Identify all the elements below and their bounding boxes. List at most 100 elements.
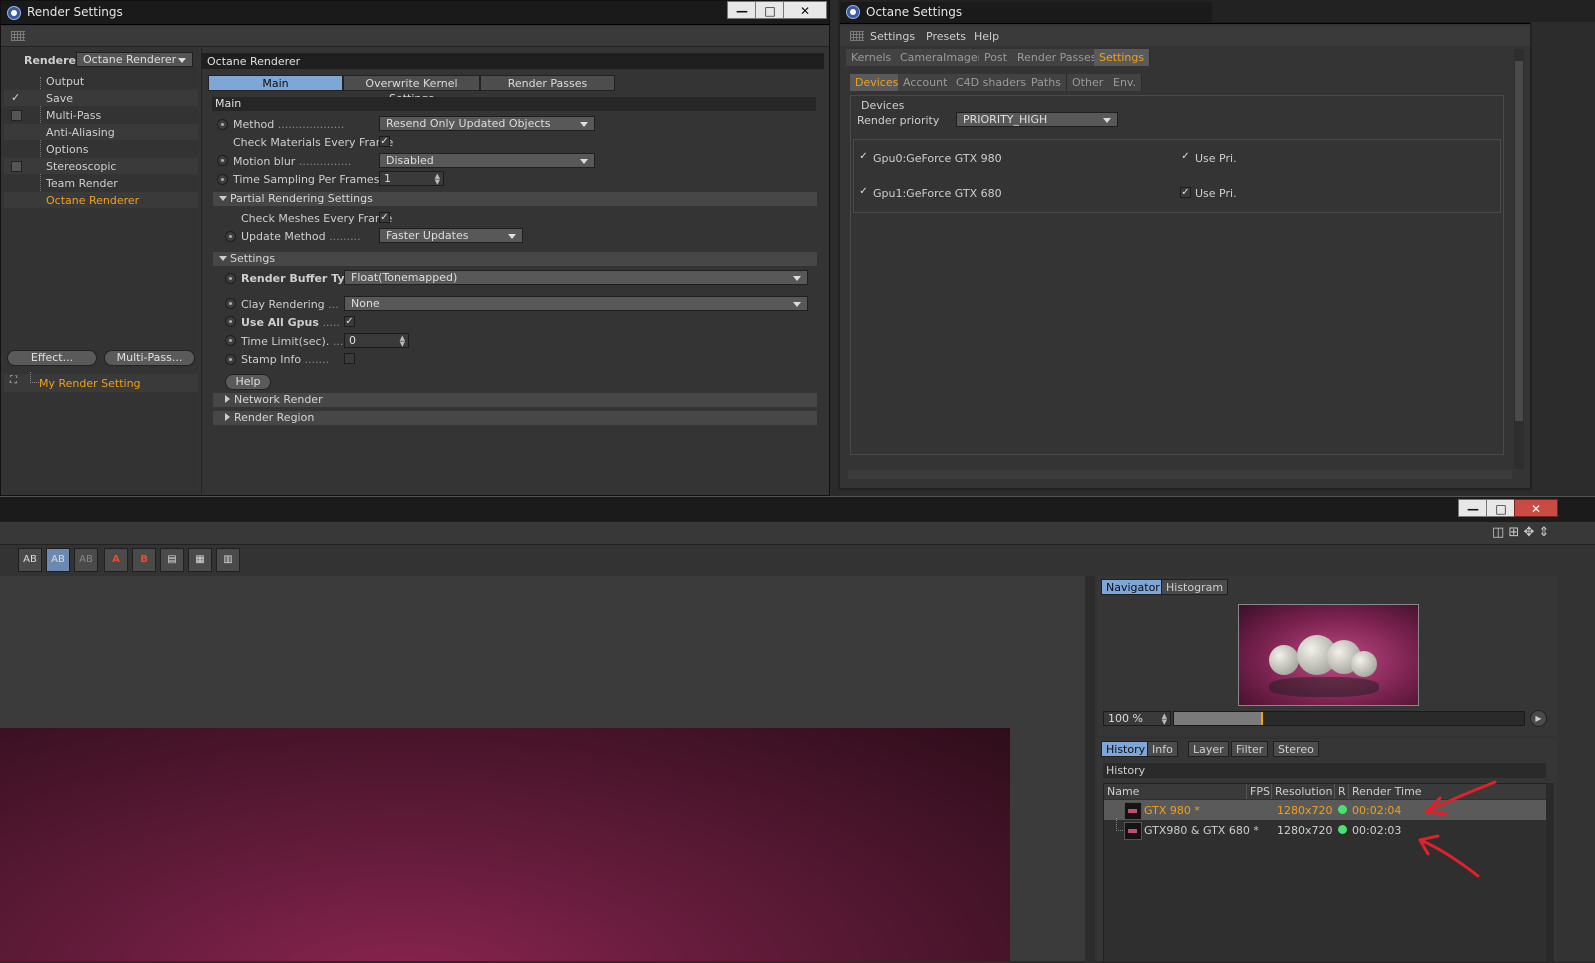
subtab-other[interactable]: Other bbox=[1067, 74, 1110, 91]
check-materials-checkbox[interactable]: ✓ bbox=[379, 136, 390, 147]
subtab-account[interactable]: Account bbox=[898, 74, 954, 91]
layout-icons[interactable]: ◫ ⊞ ✥ ⇕ bbox=[1492, 525, 1549, 540]
time-sampling-input[interactable]: 1 ▲ ▼ bbox=[379, 171, 444, 186]
gpu-row-0[interactable]: ✓ Gpu0:GeForce GTX 980 ✓ Use Pri. bbox=[854, 150, 1500, 166]
method-radio[interactable] bbox=[217, 119, 228, 130]
zoom-slider-handle[interactable] bbox=[1261, 712, 1263, 725]
tree-item-multipass[interactable]: Multi-Pass bbox=[46, 109, 101, 122]
maximize-button[interactable]: □ bbox=[1486, 499, 1516, 517]
time-limit-radio[interactable] bbox=[225, 335, 236, 346]
minimize-button[interactable]: — bbox=[1458, 499, 1488, 517]
layout1-icon[interactable]: ▤ bbox=[160, 548, 184, 572]
expand-icon[interactable]: ⛶ bbox=[10, 375, 17, 386]
render-region-section[interactable]: Render Region bbox=[213, 411, 817, 425]
help-button[interactable]: Help bbox=[225, 374, 271, 390]
buffer-type-radio[interactable] bbox=[225, 273, 236, 284]
menu-help[interactable]: Help bbox=[974, 30, 999, 43]
subtab-paths[interactable]: Paths bbox=[1026, 74, 1067, 91]
motion-blur-select[interactable]: Disabled bbox=[379, 153, 595, 168]
layout3-icon[interactable]: ▥ bbox=[216, 548, 240, 572]
collapse-triangle-icon[interactable] bbox=[225, 413, 230, 421]
spinner-arrows-icon[interactable]: ▲ ▼ bbox=[435, 173, 440, 186]
check-meshes-checkbox[interactable]: ✓ bbox=[379, 212, 390, 223]
tab-filter[interactable]: Filter bbox=[1231, 741, 1269, 757]
tree-row-output[interactable]: Output bbox=[4, 73, 198, 89]
gpu-row-1[interactable]: ✓ Gpu1:GeForce GTX 680 ✓ Use Pri. bbox=[854, 185, 1500, 201]
render-setting-row[interactable]: ⛶ My Render Setting bbox=[4, 372, 198, 392]
maximize-button[interactable]: □ bbox=[755, 1, 785, 19]
compare-ab-icon[interactable]: AB bbox=[18, 548, 42, 572]
tree-item-save[interactable]: Save bbox=[46, 92, 73, 105]
tree-row-stereoscopic[interactable]: Stereoscopic bbox=[4, 158, 198, 174]
gpu1-checkbox[interactable]: ✓ bbox=[858, 187, 869, 198]
motion-blur-radio[interactable] bbox=[217, 155, 228, 166]
tab-render-passes[interactable]: Render Passes bbox=[480, 75, 615, 91]
tree-row-save[interactable]: ✓ Save bbox=[4, 90, 198, 106]
tab-navigator[interactable]: Navigator bbox=[1101, 579, 1165, 595]
buffer-type-select[interactable]: Float(Tonemapped) bbox=[344, 270, 808, 285]
close-button[interactable]: ✕ bbox=[783, 1, 827, 19]
navigator-thumbnail[interactable] bbox=[1238, 604, 1419, 706]
tree-item-stereoscopic[interactable]: Stereoscopic bbox=[46, 160, 116, 173]
menu-settings[interactable]: Settings bbox=[870, 30, 915, 43]
ab-icon[interactable]: AB bbox=[74, 548, 98, 572]
stamp-checkbox[interactable] bbox=[344, 353, 355, 364]
time-limit-input[interactable]: 0 ▲ ▼ bbox=[344, 333, 409, 348]
tab-histogram[interactable]: Histogram bbox=[1161, 579, 1229, 595]
render-settings-titlebar[interactable]: Render Settings — □ ✕ bbox=[1, 1, 829, 25]
subtab-devices[interactable]: Devices bbox=[850, 74, 905, 91]
spinner-arrows-icon[interactable]: ▲ ▼ bbox=[400, 335, 405, 348]
tree-row-multipass[interactable]: Multi-Pass bbox=[4, 107, 198, 123]
tab-camera-imager[interactable]: CameraImager bbox=[895, 49, 989, 66]
play-icon[interactable]: ▶ bbox=[1530, 710, 1547, 727]
renderer-select[interactable]: Octane Renderer bbox=[76, 52, 193, 67]
use-all-gpus-checkbox[interactable]: ✓ bbox=[344, 316, 355, 327]
swap-ab-icon[interactable]: AB bbox=[46, 548, 70, 572]
update-method-select[interactable]: Faster Updates bbox=[379, 228, 523, 243]
tree-row-antialiasing[interactable]: Anti-Aliasing bbox=[4, 124, 198, 140]
clay-select[interactable]: None bbox=[344, 296, 808, 311]
my-render-setting[interactable]: My Render Setting bbox=[39, 377, 141, 390]
gpu1-usepri-checkbox[interactable]: ✓ bbox=[1180, 187, 1191, 198]
tree-item-antialiasing[interactable]: Anti-Aliasing bbox=[46, 126, 115, 139]
col-r[interactable]: R bbox=[1334, 784, 1346, 799]
settings-section[interactable]: Settings bbox=[213, 252, 817, 266]
multipass-button[interactable]: Multi-Pass... bbox=[104, 350, 195, 366]
tab-overwrite-kernel[interactable]: Overwrite Kernel Settings bbox=[343, 75, 480, 105]
tab-render-passes[interactable]: Render Passes bbox=[1012, 49, 1103, 66]
tab-post[interactable]: Post bbox=[979, 49, 1014, 66]
tree-item-output[interactable]: Output bbox=[46, 75, 84, 88]
tab-layer[interactable]: Layer bbox=[1188, 741, 1229, 757]
viewer-canvas[interactable] bbox=[0, 576, 1085, 961]
effect-button[interactable]: Effect... bbox=[7, 350, 97, 366]
priority-select[interactable]: PRIORITY_HIGH bbox=[956, 112, 1118, 127]
viewer-splitter[interactable] bbox=[1085, 576, 1095, 961]
tree-item-octane-renderer[interactable]: Octane Renderer bbox=[46, 194, 139, 207]
col-fps[interactable]: FPS bbox=[1246, 784, 1270, 799]
close-button[interactable]: ✕ bbox=[1514, 499, 1558, 517]
grip-icon[interactable] bbox=[11, 31, 25, 41]
method-select[interactable]: Resend Only Updated Objects bbox=[379, 116, 595, 131]
tree-row-options[interactable]: Options bbox=[4, 141, 198, 157]
stamp-radio[interactable] bbox=[225, 354, 236, 365]
tree-row-octane[interactable]: Octane Renderer bbox=[4, 192, 198, 208]
viewer-titlebar[interactable]: — □ ✕ bbox=[0, 496, 1595, 523]
tab-settings[interactable]: Settings bbox=[1094, 49, 1151, 66]
gpu0-checkbox[interactable]: ✓ bbox=[858, 152, 869, 163]
set-a-icon[interactable]: A bbox=[104, 548, 128, 572]
expand-triangle-icon[interactable] bbox=[219, 256, 227, 261]
update-method-radio[interactable] bbox=[225, 231, 236, 242]
vertical-scrollbar[interactable] bbox=[1514, 49, 1524, 469]
history-scrollbar[interactable] bbox=[1546, 783, 1554, 961]
tree-item-options[interactable]: Options bbox=[46, 143, 88, 156]
multipass-checkbox[interactable] bbox=[11, 110, 22, 121]
set-b-icon[interactable]: B bbox=[132, 548, 156, 572]
scroll-thumb[interactable] bbox=[1515, 61, 1523, 421]
tab-kernels[interactable]: Kernels bbox=[846, 49, 898, 66]
col-name[interactable]: Name bbox=[1104, 784, 1139, 799]
grip-icon[interactable] bbox=[850, 31, 864, 41]
spinner-arrows-icon[interactable]: ▲ ▼ bbox=[1162, 713, 1167, 726]
tree-row-teamrender[interactable]: Team Render bbox=[4, 175, 198, 191]
subtab-env[interactable]: Env. bbox=[1108, 74, 1143, 91]
col-resolution[interactable]: Resolution bbox=[1271, 784, 1332, 799]
